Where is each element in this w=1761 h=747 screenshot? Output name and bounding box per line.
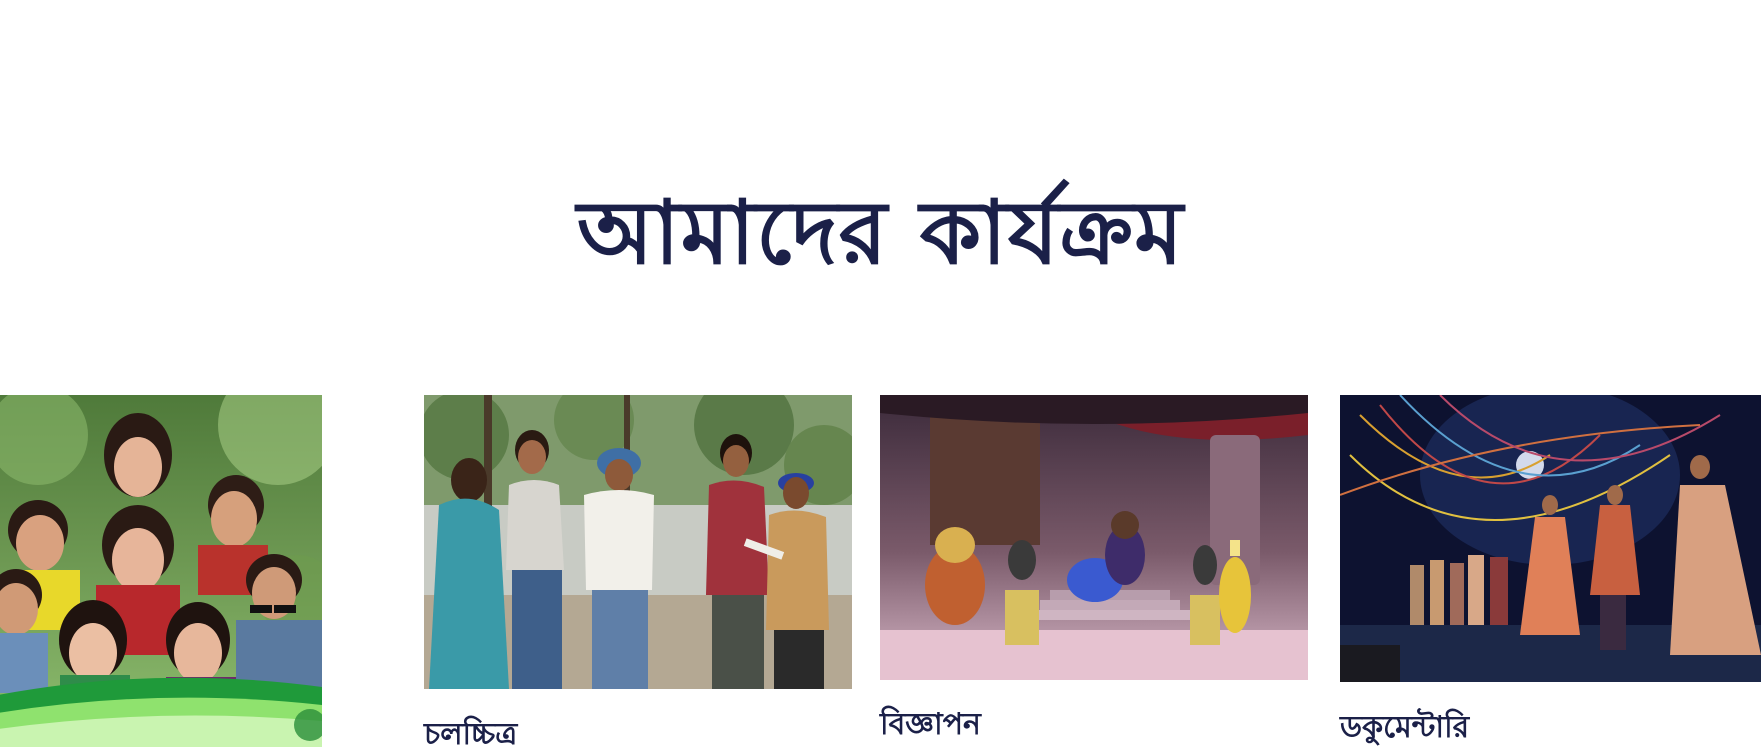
- program-label-advertisement[interactable]: বিজ্ঞাপন: [880, 707, 981, 743]
- page: আমাদের কার্যক্রম চলচ্চিত্র বিজ্ঞাপন ডকুম…: [0, 0, 1761, 747]
- stage-musical-scene-image[interactable]: [880, 395, 1308, 680]
- program-label-documentary[interactable]: ডকুমেন্টারি: [1340, 710, 1469, 746]
- film-shoot-art: [424, 395, 852, 689]
- stage-musical-art: [880, 395, 1308, 680]
- theatre-performance-image[interactable]: [1340, 395, 1761, 682]
- program-label-film[interactable]: চলচ্চিত্র: [424, 717, 517, 747]
- drama-poster-art: [0, 395, 322, 747]
- theatre-performance-art: [1340, 395, 1761, 682]
- section-title: আমাদের কার্যক্রম: [577, 181, 1184, 284]
- drama-cast-poster-image[interactable]: [0, 395, 322, 747]
- film-shooting-scene-image[interactable]: [424, 395, 852, 689]
